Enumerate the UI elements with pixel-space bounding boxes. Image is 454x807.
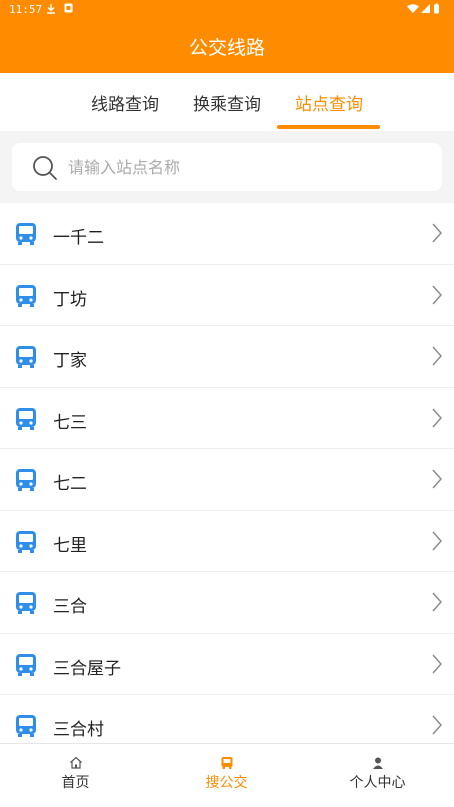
- station-row[interactable]: 七三: [0, 388, 454, 449]
- station-row[interactable]: 七里: [0, 511, 454, 572]
- battery-icon: [434, 4, 439, 14]
- bus-icon: [16, 346, 36, 368]
- tab-route-query[interactable]: 线路查询: [86, 90, 164, 120]
- signal-icon: [421, 4, 430, 13]
- station-name: 丁家: [53, 351, 87, 371]
- bottom-nav: 首页 搜公交 个人中心: [0, 743, 454, 807]
- station-row[interactable]: 三合屋子: [0, 634, 454, 695]
- station-search-input[interactable]: [68, 151, 428, 183]
- bus-icon: [16, 469, 36, 491]
- station-row[interactable]: 一千二: [0, 203, 454, 265]
- search-bar[interactable]: [12, 143, 442, 191]
- station-row[interactable]: 丁坊: [0, 265, 454, 326]
- nav-profile[interactable]: 个人中心: [302, 744, 453, 807]
- station-name: 七里: [53, 535, 87, 556]
- station-name: 一千二: [53, 228, 104, 248]
- chevron-right-icon: [432, 469, 442, 489]
- bus-icon: [221, 757, 233, 769]
- station-name: 七三: [53, 412, 87, 433]
- status-bar: 11:57: [0, 0, 454, 20]
- nav-profile-label: 个人中心: [349, 775, 406, 791]
- station-row[interactable]: 三合村: [0, 695, 454, 743]
- station-list: 一千二 丁坊 丁家 七三 七二 七里 三合 三合屋子 三合村: [0, 203, 454, 743]
- tab-bar: 线路查询 换乘查询 站点查询: [0, 73, 454, 131]
- chevron-right-icon: [432, 346, 442, 366]
- station-row[interactable]: 七二: [0, 449, 454, 511]
- station-row[interactable]: 三合: [0, 572, 454, 634]
- app-header: 11:57 公交线路: [0, 0, 454, 73]
- chevron-right-icon: [432, 408, 442, 427]
- status-right-icons: [406, 3, 442, 17]
- active-tab-indicator: [277, 125, 380, 129]
- bus-icon: [16, 284, 36, 307]
- station-row[interactable]: 丁家: [0, 326, 454, 388]
- nav-search-bus[interactable]: 搜公交: [151, 744, 302, 807]
- nav-search-bus-label: 搜公交: [205, 775, 248, 791]
- search-icon: [33, 156, 57, 180]
- person-icon: [373, 757, 383, 769]
- chevron-right-icon: [432, 285, 442, 304]
- page-title: 公交线路: [188, 37, 265, 59]
- station-name: 三合村: [53, 720, 104, 740]
- home-icon: [70, 756, 82, 769]
- chevron-right-icon: [432, 715, 442, 735]
- bus-icon: [16, 592, 36, 614]
- wifi-icon: [407, 4, 419, 13]
- chevron-right-icon: [432, 592, 442, 612]
- nav-home[interactable]: 首页: [0, 744, 151, 807]
- station-name: 七二: [53, 474, 87, 494]
- download-icon: [46, 3, 56, 17]
- bus-icon: [16, 715, 36, 737]
- bus-icon: [16, 530, 36, 553]
- bus-icon: [16, 407, 36, 430]
- station-name: 三合屋子: [53, 658, 121, 679]
- station-name: 三合: [53, 597, 87, 617]
- tab-station-query[interactable]: 站点查询: [290, 90, 368, 120]
- bus-icon: [16, 223, 36, 245]
- tab-transfer-query[interactable]: 换乘查询: [188, 90, 266, 120]
- status-time: 11:57: [9, 3, 43, 16]
- chevron-right-icon: [432, 223, 442, 243]
- chevron-right-icon: [432, 531, 442, 550]
- chevron-right-icon: [432, 654, 442, 673]
- bus-icon: [16, 653, 36, 676]
- station-name: 丁坊: [53, 289, 87, 310]
- nav-home-label: 首页: [61, 775, 90, 791]
- notification-icon: [64, 3, 73, 16]
